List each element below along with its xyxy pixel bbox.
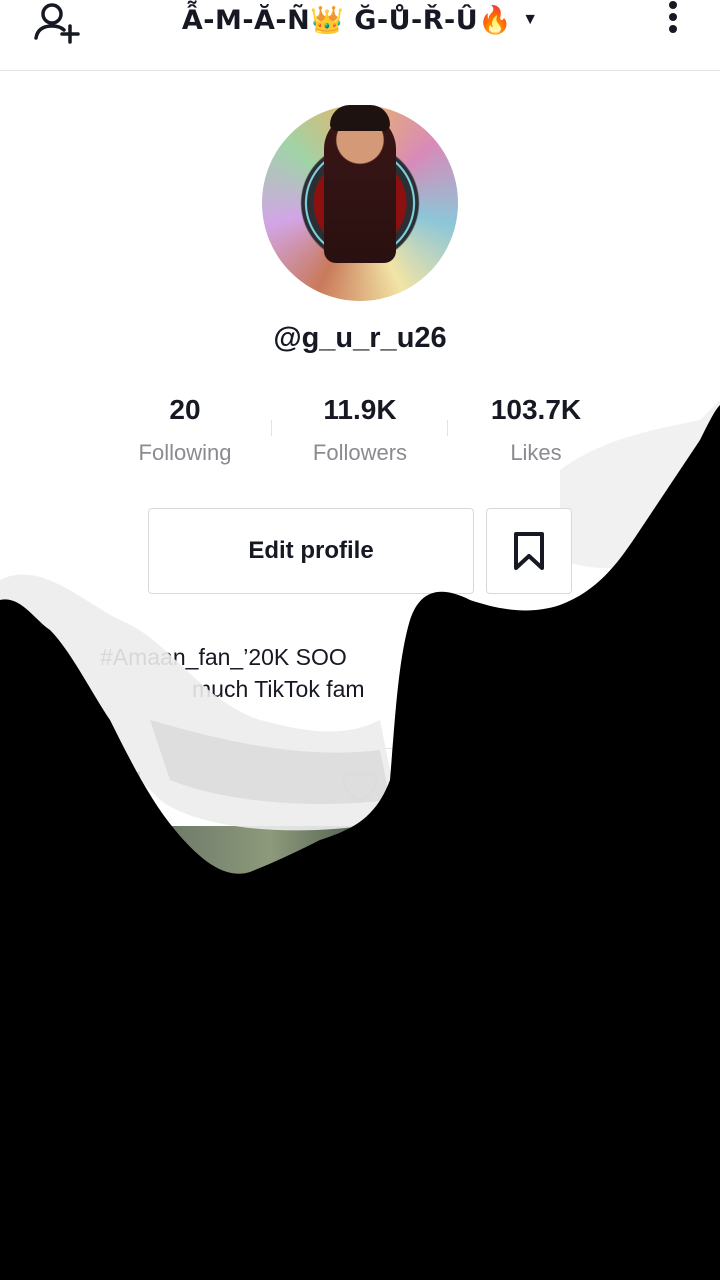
add-user-icon <box>34 3 80 44</box>
tabs-divider <box>60 748 660 749</box>
profile-handle: @g_u_r_u26 <box>273 322 447 354</box>
more-vertical-icon <box>669 25 677 33</box>
edit-profile-button[interactable]: Edit profile <box>148 508 474 594</box>
more-options-button[interactable] <box>660 0 686 40</box>
stat-following[interactable]: 20 Following <box>95 390 275 476</box>
top-bar: Ẫ-M-Ă-Ñ👑 Ğ-Ů-Ř-Û🔥 ▼ <box>0 0 720 71</box>
video-thumbnail[interactable] <box>170 826 370 886</box>
caret-down-icon[interactable]: ▼ <box>522 11 538 29</box>
bio-line: much TikTok fam <box>192 676 365 702</box>
stat-value: 103.7K <box>490 394 582 425</box>
more-vertical-icon <box>669 13 677 21</box>
favorites-button[interactable] <box>486 508 572 594</box>
avatar-person <box>324 113 396 263</box>
profile-stats: 20 Following 11.9K Followers 103.7K Like… <box>0 390 720 470</box>
stat-value: 20 <box>169 394 201 425</box>
stat-label: Following <box>138 440 232 465</box>
heart-icon <box>341 771 379 804</box>
stat-likes[interactable]: 103.7K Likes <box>446 390 626 476</box>
bookmark-icon <box>514 532 544 570</box>
more-vertical-icon <box>669 1 677 9</box>
profile-avatar[interactable] <box>262 105 458 301</box>
stat-value: 11.9K <box>323 394 397 425</box>
stat-followers[interactable]: 11.9K Followers <box>270 390 450 476</box>
tab-videos[interactable] <box>112 770 142 800</box>
profile-display-name[interactable]: Ẫ-M-Ă-Ñ👑 Ğ-Ů-Ř-Û🔥 <box>182 4 512 36</box>
avatar-hair <box>330 105 390 131</box>
stat-label: Likes <box>510 440 562 465</box>
stat-label: Followers <box>312 440 408 465</box>
tab-liked[interactable] <box>340 770 380 806</box>
videos-grid-icon <box>114 772 140 798</box>
bio-line: #Amaan_fan_’20K SOO <box>100 644 347 670</box>
add-user-button[interactable] <box>30 0 86 46</box>
